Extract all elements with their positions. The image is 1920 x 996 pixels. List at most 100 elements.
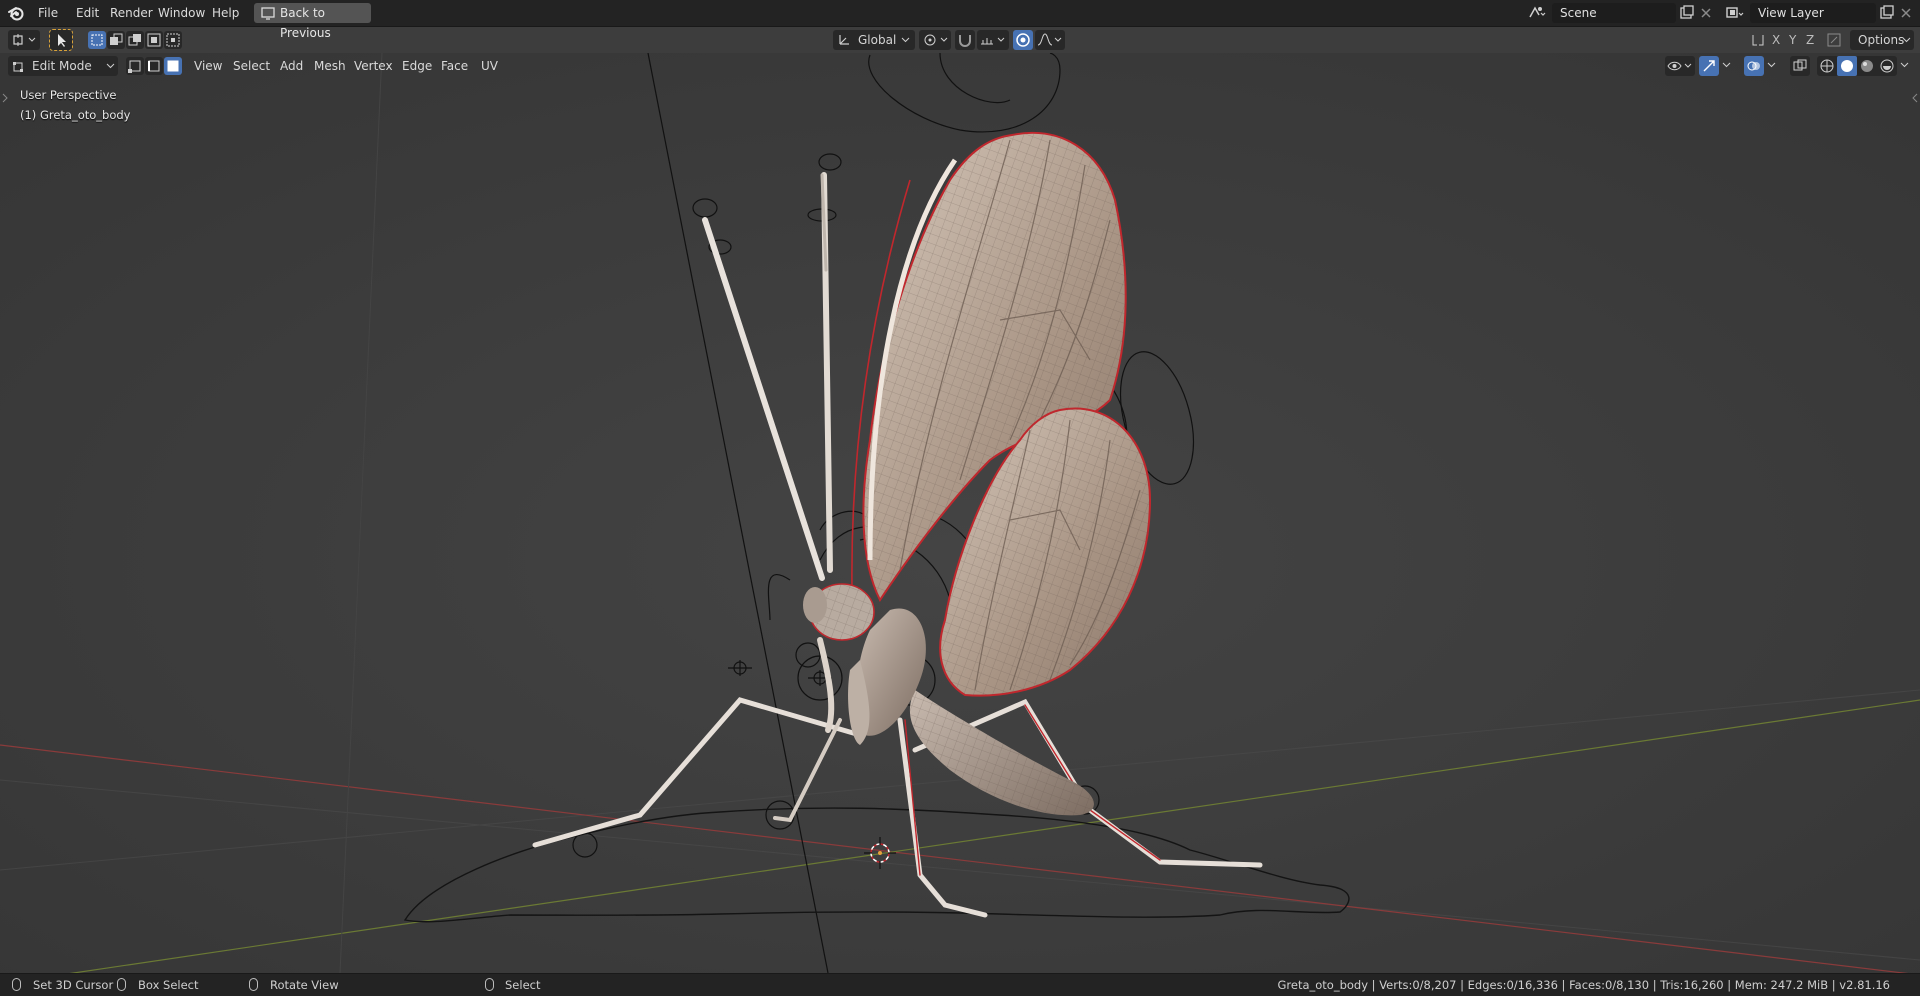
status-bar: Set 3D Cursor Box Select Rotate View Sel… (0, 973, 1920, 996)
editor-header: Edit Mode View Select Add Mesh Vertex Ed… (0, 53, 1920, 79)
chevron-down-icon (1902, 37, 1911, 43)
scene-statistics: Greta_oto_body | Verts:0/8,207 | Edges:0… (1277, 978, 1890, 992)
face-select-mode-button[interactable] (164, 57, 182, 75)
select-tool-button[interactable] (49, 29, 73, 51)
right-mouse-icon (485, 978, 494, 991)
menu-render[interactable]: Render (104, 0, 159, 26)
snap-element-dropdown[interactable] (977, 30, 1009, 50)
pivot-point-dropdown[interactable] (919, 30, 951, 50)
status-drag: Box Select (138, 978, 199, 992)
menu-select[interactable]: Select (233, 53, 270, 79)
editor-type-icon (13, 34, 36, 46)
editor-type-button[interactable] (8, 30, 40, 50)
orientation-label: Global (858, 33, 897, 47)
viewport-perspective-label: User Perspective (20, 88, 117, 102)
edit-mode-icon (13, 62, 23, 72)
menu-window[interactable]: Window (152, 0, 211, 26)
back-to-previous-button[interactable]: Back to Previous (254, 3, 371, 40)
edge-select-mode-button[interactable] (145, 57, 163, 75)
xray-toggle[interactable] (1790, 56, 1810, 76)
view-layer-icon[interactable] (1724, 3, 1744, 23)
menu-face[interactable]: Face (441, 53, 468, 79)
mirror-icon[interactable] (1750, 32, 1766, 48)
new-scene-icon[interactable] (1676, 3, 1696, 23)
select-extend-icon (110, 33, 123, 45)
overlays-toggle[interactable] (1744, 56, 1764, 76)
select-new-icon (91, 34, 103, 46)
gizmo-icon (1703, 60, 1715, 72)
falloff-curve-icon (1037, 33, 1062, 46)
solid-shading-button[interactable] (1837, 56, 1857, 76)
select-mode-invert-button[interactable] (145, 31, 163, 49)
select-mode-intersect-button[interactable] (164, 31, 182, 49)
middle-mouse-icon (249, 978, 258, 991)
mirror-axis-z[interactable]: Z (1806, 33, 1814, 47)
drag-mouse-icon (117, 978, 126, 991)
shading-chevron-down-icon[interactable] (1900, 61, 1909, 69)
toolbar-expand-icon[interactable] (2, 93, 8, 103)
chevron-down-icon (901, 37, 910, 43)
mode-dropdown[interactable]: Edit Mode (8, 56, 118, 76)
view-layer-field[interactable]: View Layer (1750, 3, 1876, 23)
vertex-select-mode-button[interactable] (126, 57, 144, 75)
overlays-chevron-down-icon[interactable] (1767, 61, 1776, 69)
select-mode-new-button[interactable] (88, 31, 106, 49)
face-select-icon (167, 60, 179, 72)
select-mode-extend-button[interactable] (107, 31, 125, 49)
cursor-arrow-icon (58, 34, 66, 47)
close-scene-icon[interactable] (1696, 3, 1716, 23)
scene-name-field[interactable]: Scene (1552, 3, 1676, 23)
menu-uv[interactable]: UV (481, 53, 498, 79)
status-left-click: Set 3D Cursor (33, 978, 114, 992)
viewport-scene[interactable] (0, 53, 1920, 973)
mirror-axis-x[interactable]: X (1772, 33, 1780, 47)
material-shading-icon[interactable] (1857, 56, 1877, 76)
mode-label: Edit Mode (32, 59, 92, 73)
menu-vertex[interactable]: Vertex (354, 53, 393, 79)
proportional-editing-toggle[interactable] (1013, 30, 1033, 50)
magnet-icon (959, 35, 971, 47)
auto-merge-icon[interactable] (1826, 32, 1842, 48)
snap-toggle[interactable] (955, 30, 975, 50)
solid-shading-icon (1841, 60, 1853, 72)
overlays-icon (1747, 61, 1760, 71)
select-intersect-icon (166, 33, 180, 47)
menu-view[interactable]: View (194, 53, 222, 79)
xray-icon (1793, 59, 1807, 71)
blender-logo-icon[interactable] (7, 4, 25, 22)
proportional-editing-icon (1016, 33, 1030, 47)
rendered-shading-icon[interactable] (1877, 56, 1897, 76)
visibility-dropdown[interactable] (1665, 56, 1695, 76)
proportional-falloff-dropdown[interactable] (1035, 30, 1065, 50)
select-subtract-icon (128, 34, 141, 46)
gizmo-chevron-down-icon[interactable] (1722, 61, 1731, 69)
3d-viewport[interactable]: User Perspective (1) Greta_oto_body (0, 53, 1920, 973)
transform-orientation-dropdown[interactable]: Global (833, 30, 915, 50)
mirror-axis-y[interactable]: Y (1789, 33, 1796, 47)
options-dropdown[interactable]: Options (1850, 30, 1914, 50)
menu-file[interactable]: File (32, 0, 64, 26)
new-view-layer-icon[interactable] (1876, 3, 1896, 23)
wireframe-shading-icon[interactable] (1817, 56, 1837, 76)
select-mode-subtract-button[interactable] (126, 31, 144, 49)
status-middle: Rotate View (270, 978, 339, 992)
eye-icon (1667, 61, 1692, 71)
menu-edge[interactable]: Edge (402, 53, 432, 79)
vertex-select-icon (128, 60, 141, 73)
tool-header: Global X Y Z Options (0, 27, 1920, 53)
menu-mesh[interactable]: Mesh (314, 53, 346, 79)
menu-edit[interactable]: Edit (70, 0, 105, 26)
gizmo-toggle[interactable] (1699, 56, 1719, 76)
viewport-object-label: (1) Greta_oto_body (20, 108, 131, 122)
edge-select-icon (148, 60, 160, 72)
orientation-axes-icon (839, 35, 849, 45)
chevron-down-icon (106, 63, 115, 69)
left-mouse-icon (12, 978, 21, 991)
menu-help[interactable]: Help (206, 0, 245, 26)
menu-add[interactable]: Add (280, 53, 303, 79)
scene-icon[interactable] (1526, 3, 1546, 23)
status-right: Select (505, 978, 541, 992)
close-view-layer-icon[interactable] (1896, 3, 1916, 23)
sidebar-expand-icon[interactable] (1912, 93, 1918, 103)
select-invert-icon (147, 33, 161, 47)
